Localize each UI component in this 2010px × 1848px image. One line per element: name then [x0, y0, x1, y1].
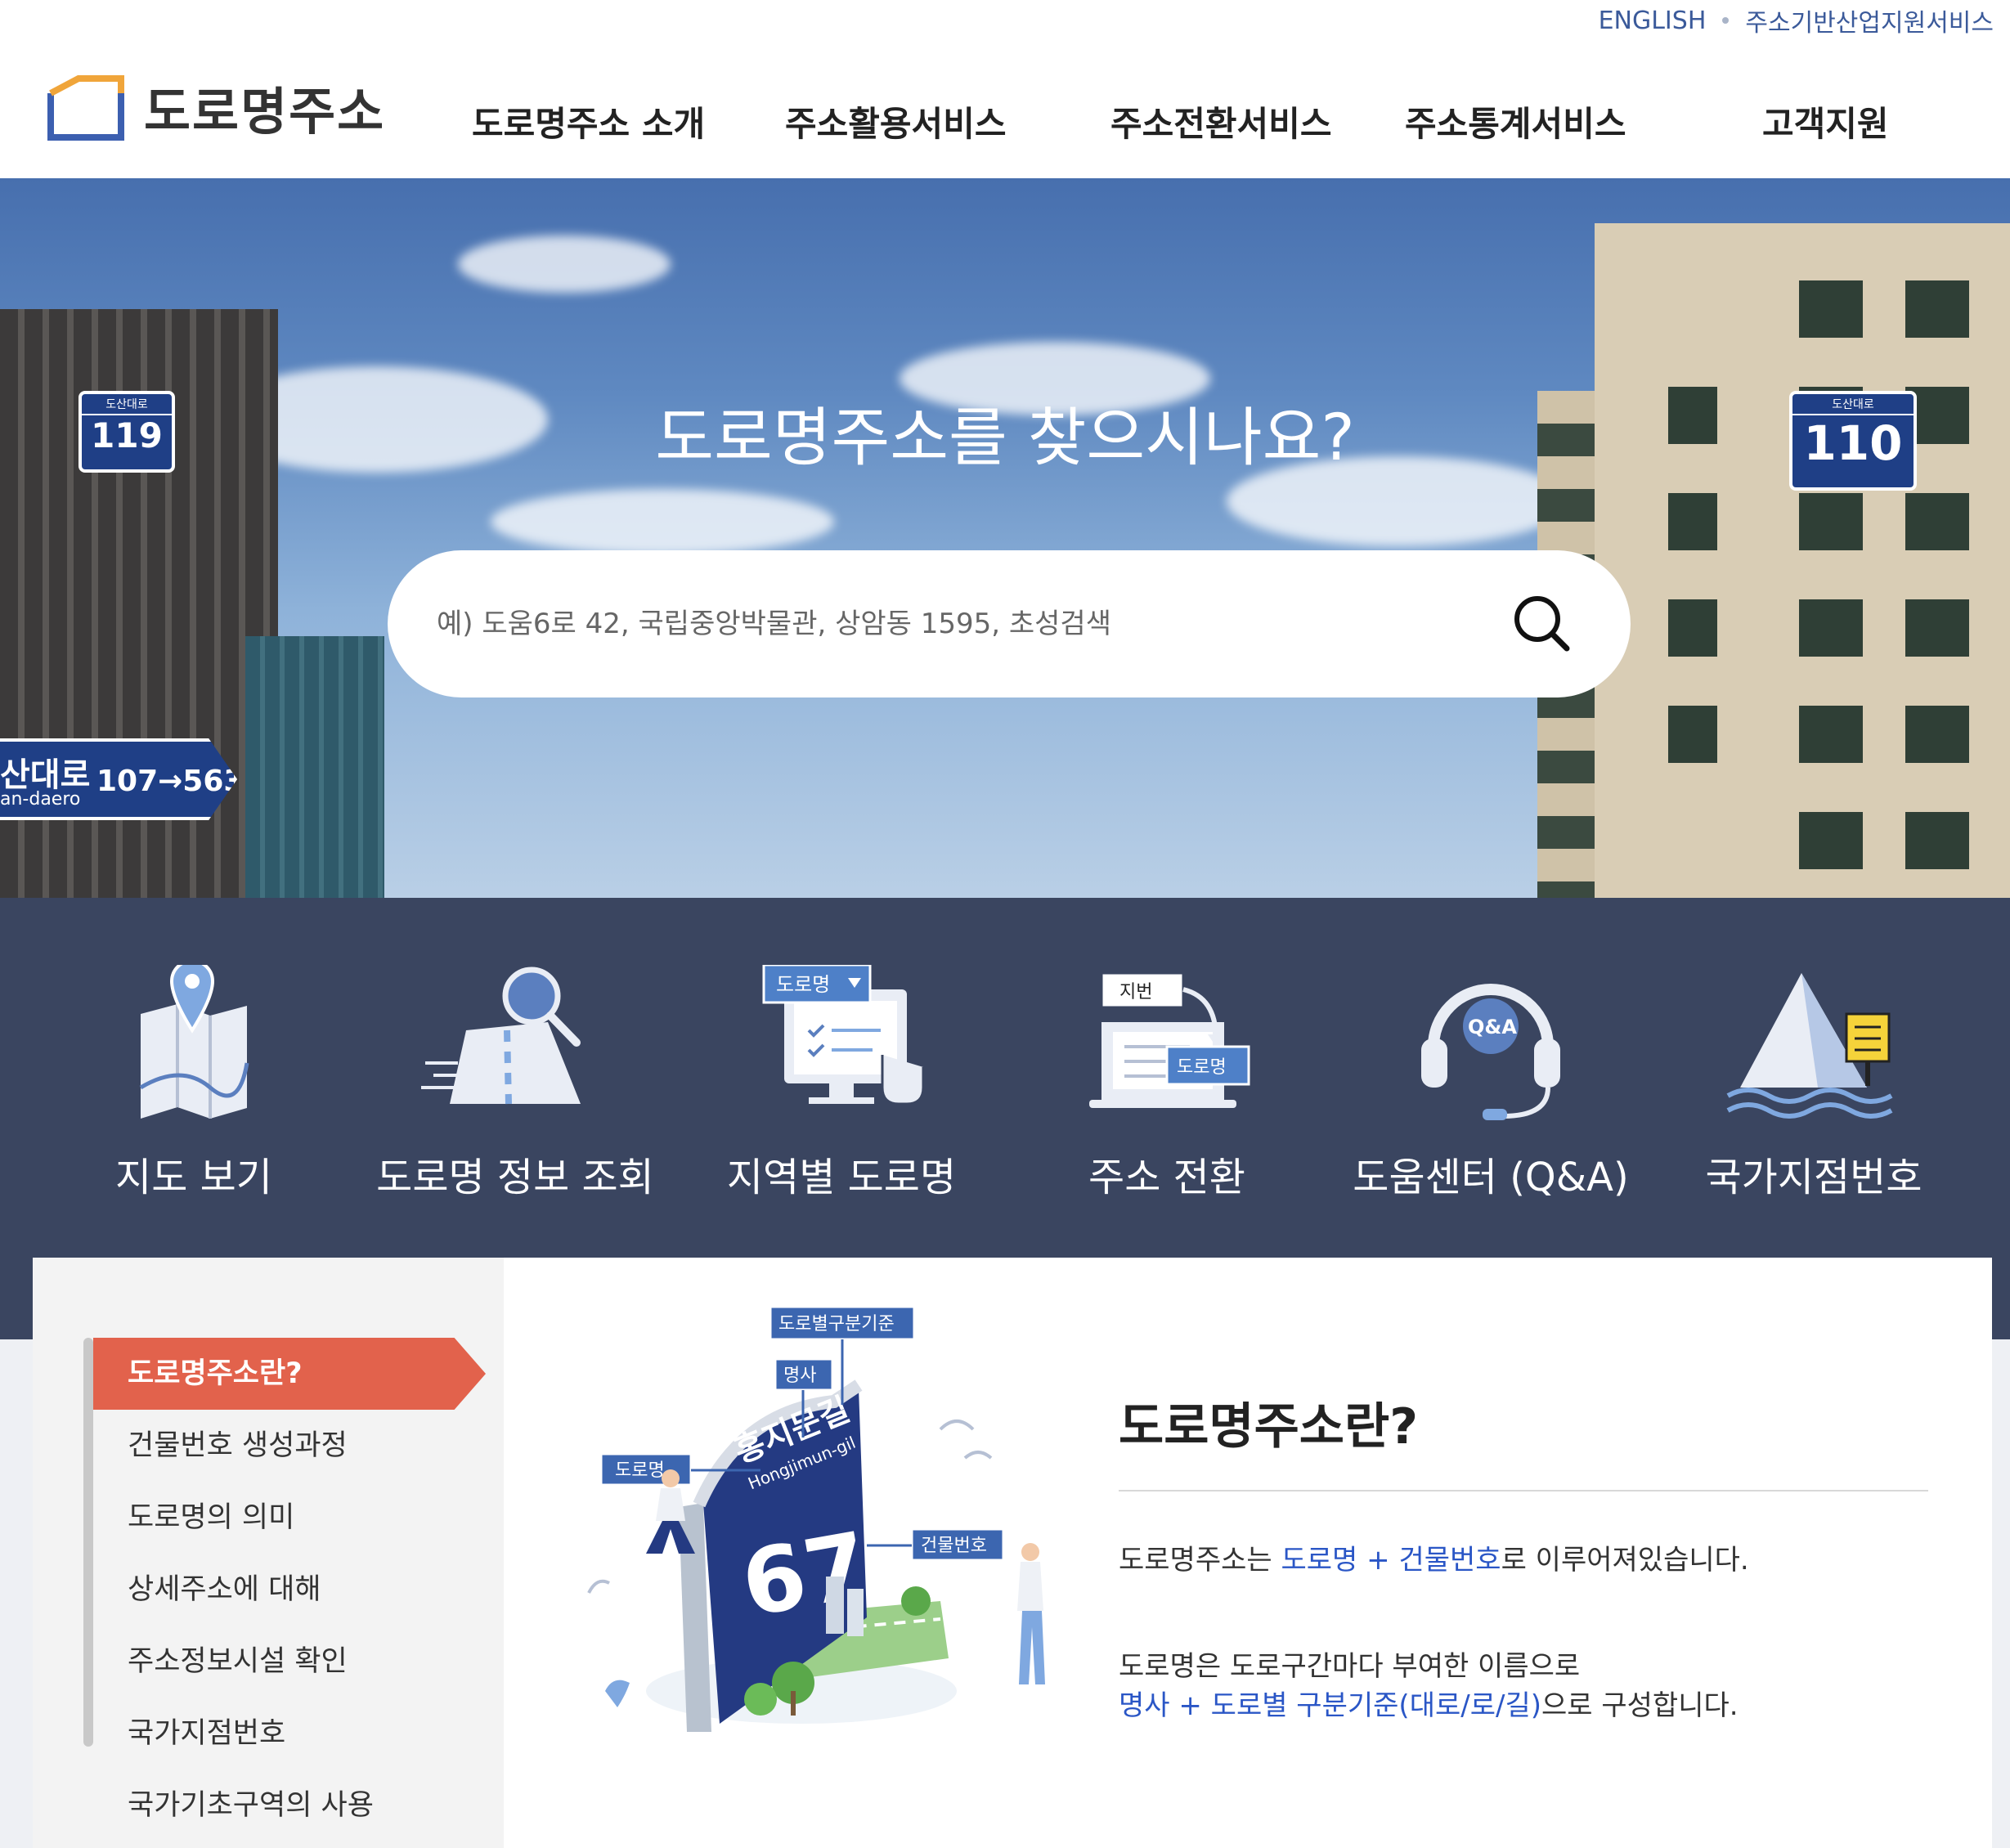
side-nav-road-name-meaning[interactable]: 도로명의 의미	[93, 1482, 486, 1554]
side-navigation: 도로명주소란? 건물번호 생성과정 도로명의 의미 상세주소에 대해 주소정보시…	[33, 1258, 504, 1848]
svg-text:도로명: 도로명	[1177, 1057, 1227, 1078]
road-magnifier-icon	[421, 967, 581, 1105]
quick-address-conversion[interactable]: 지번 도로명 주소 전환	[1003, 965, 1330, 1210]
quick-map-view[interactable]: 지도 보기	[30, 965, 357, 1210]
road-name-sign: 산대로 an-daero 107→563	[0, 738, 237, 820]
gnb-conversion-service[interactable]: 주소전환서비스	[1110, 96, 1331, 146]
svg-text:도로별구분기준: 도로별구분기준	[778, 1314, 895, 1334]
headset-qa-icon: Q&A	[1421, 984, 1560, 1120]
logo-text: 도로명주소	[144, 82, 386, 141]
industry-support-link[interactable]: 주소기반산업지원서비스	[1745, 2, 1994, 38]
gnb-intro[interactable]: 도로명주소 소개	[472, 96, 705, 146]
side-nav-scrollbar[interactable]	[83, 1338, 93, 1747]
quick-label: 지도 보기	[115, 1155, 272, 1200]
svg-text:건물번호: 건물번호	[921, 1536, 987, 1556]
site-logo[interactable]: 도로명주소	[46, 70, 385, 144]
quick-help-center[interactable]: Q&A 도움센터 (Q&A)	[1327, 965, 1654, 1210]
side-nav-what-is-road-address[interactable]: 도로명주소란?	[93, 1338, 486, 1410]
address-convert-icon: 지번 도로명	[1089, 971, 1250, 1108]
svg-text:명사: 명사	[783, 1366, 816, 1386]
building-left-glass	[245, 636, 384, 898]
about-divider	[1119, 1490, 1928, 1491]
svg-text:도로명: 도로명	[615, 1460, 665, 1481]
search-icon	[1514, 596, 1570, 652]
gnb-statistics-service[interactable]: 주소통계서비스	[1405, 96, 1626, 146]
side-nav-address-facility[interactable]: 주소정보시설 확인	[93, 1626, 486, 1698]
building-right	[1595, 223, 2010, 898]
cloud	[491, 489, 834, 554]
dropdown-select-icon: 도로명	[762, 965, 925, 1106]
address-search-input[interactable]	[435, 591, 1465, 657]
quick-national-point-number[interactable]: 국가지점번호	[1650, 965, 1977, 1210]
hero-title: 도로명주소를 찾으시나요?	[655, 401, 1355, 475]
utility-links: ENGLISH 주소기반산업지원서비스	[1599, 0, 1994, 41]
map-pin-icon	[139, 965, 249, 1119]
quick-label: 지역별 도로명	[726, 1155, 957, 1200]
cloud	[458, 235, 671, 293]
gnb-customer-support[interactable]: 고객지원	[1762, 96, 1889, 146]
about-title: 도로명주소란?	[1119, 1398, 1419, 1456]
quick-label: 도로명 정보 조회	[376, 1155, 654, 1200]
svg-text:도로명: 도로명	[776, 973, 830, 996]
mountain-marker-icon	[1726, 973, 1893, 1119]
quick-road-info[interactable]: 도로명 정보 조회	[352, 965, 679, 1210]
intro-content-card: 도로명주소란? 건물번호 생성과정 도로명의 의미 상세주소에 대해 주소정보시…	[33, 1258, 1992, 1848]
side-nav-basic-zone-usage[interactable]: 국가기초구역의 사용	[93, 1770, 486, 1841]
quick-label: 국가지점번호	[1705, 1155, 1923, 1200]
side-nav-national-point-number[interactable]: 국가지점번호	[93, 1698, 486, 1770]
quick-label: 주소 전환	[1088, 1155, 1245, 1200]
side-nav-building-number-process[interactable]: 건물번호 생성과정	[93, 1410, 486, 1482]
quick-regional-road-name[interactable]: 도로명 지역별 도로명	[678, 965, 1005, 1210]
road-address-illustration: 홍지문길 Hongjimun-gil 67 도로별구분기준 명사 도로명 건물번…	[587, 1307, 1045, 1732]
search-box	[388, 550, 1631, 697]
side-nav-detail-address[interactable]: 상세주소에 대해	[93, 1554, 486, 1626]
about-paragraph-1: 도로명주소는 도로명 + 건물번호로 이루어져있습니다.	[1119, 1544, 1749, 1577]
svg-text:지번: 지번	[1119, 982, 1152, 1002]
quick-label: 도움센터 (Q&A)	[1353, 1155, 1629, 1200]
search-button[interactable]	[1511, 593, 1573, 655]
separator-dot	[1722, 17, 1730, 24]
english-link[interactable]: ENGLISH	[1599, 7, 1707, 35]
gnb-usage-service[interactable]: 주소활용서비스	[785, 96, 1006, 146]
house-logo-icon	[47, 75, 124, 141]
svg-text:Q&A: Q&A	[1468, 1016, 1517, 1038]
about-paragraph-2: 도로명은 도로구간마다 부여한 이름으로 명사 + 도로별 구분기준(대로/로/길…	[1119, 1650, 1739, 1722]
hero-banner: 도산대로 119 도산대로 110 산대로 an-daero 107→563 도…	[0, 178, 2010, 898]
